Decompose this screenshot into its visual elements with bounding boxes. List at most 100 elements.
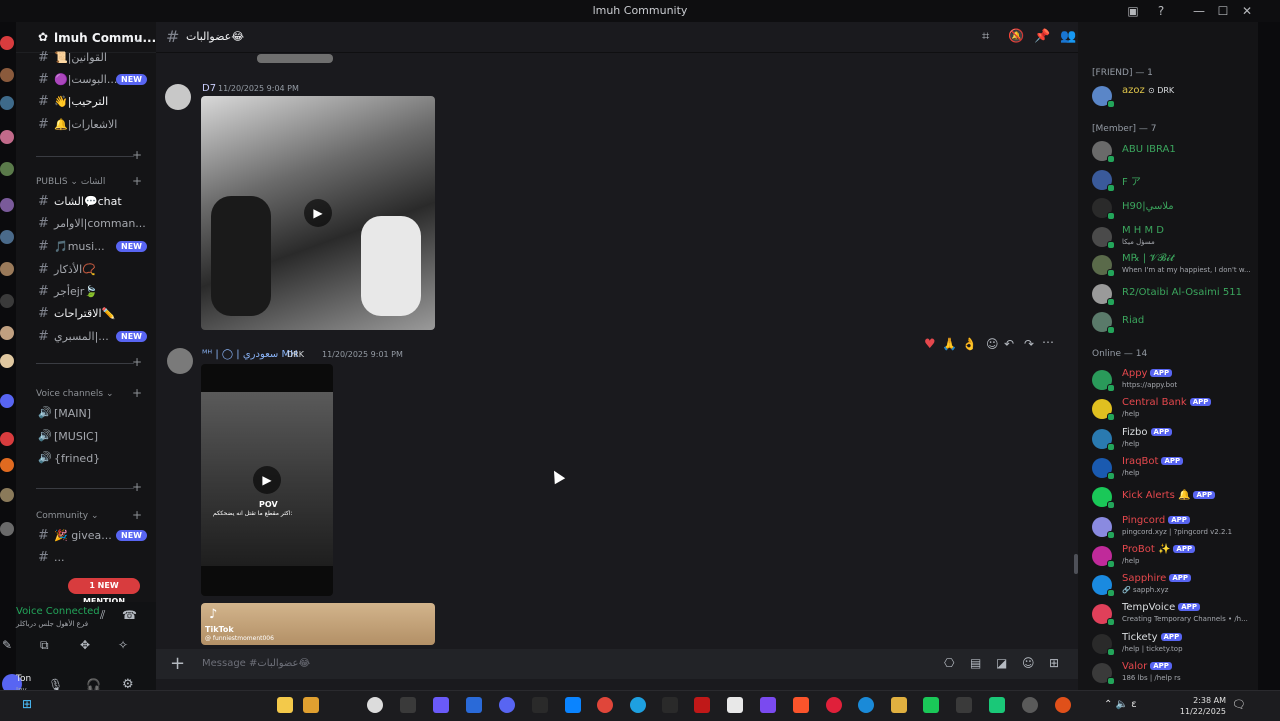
server-icon[interactable] [0,432,14,446]
store-icon[interactable] [727,697,743,713]
member-item[interactable]: M H M D مسؤل ميكا [1092,224,1258,250]
channel-item[interactable]: # 🟣|البوست... NEW [16,70,156,90]
category-public[interactable]: PUBLIS ⌄ الشات [36,177,105,187]
server-icon[interactable] [0,96,14,110]
message-author[interactable]: ᴹᴴ | ◯ | سعودري MH [202,349,298,360]
channel-item[interactable]: # الاقتراحات✏️ [16,304,156,324]
member-item[interactable]: TempVoice APP Creating Temporary Channels … [1092,601,1258,627]
message-input[interactable]: Message #عضوالبات😂 [202,658,310,669]
member-item[interactable]: ProBot ✨ APP/help [1092,543,1258,569]
app-icon[interactable] [466,697,482,713]
member-item[interactable]: Valor APP 186 lbs | /help rs [1092,660,1258,686]
member-item[interactable]: Tickety APP/help | tickety.top [1092,631,1258,657]
app-icon[interactable] [858,697,874,713]
app-icon[interactable] [923,697,939,713]
add-channel-icon[interactable]: + [132,355,142,369]
app-icon[interactable] [760,697,776,713]
add-attachment-icon[interactable]: + [170,653,185,674]
gif-icon[interactable]: ▤ [970,656,981,670]
app-icon[interactable] [1022,697,1038,713]
video-attachment[interactable]: ▶ [201,96,435,330]
server-icon[interactable] [0,262,14,276]
apps-icon[interactable]: ⊞ [1049,656,1059,670]
video-attachment[interactable]: ▶ POV اكثر مقطع ما تقتل انه يضحككم: [201,364,333,596]
app-icon[interactable] [694,697,710,713]
screen-share-icon[interactable]: ⧉ [40,638,49,653]
member-item[interactable]: Appy APP https://appy.bot [1092,367,1258,393]
notification-mute-icon[interactable]: 🔕 [1008,29,1024,44]
channel-item[interactable]: # 📜|القوانين [16,48,156,68]
threads-icon[interactable]: ⌗ [982,29,989,44]
add-reaction-icon[interactable]: ☺ [986,337,999,351]
soundboard-icon[interactable]: ✧ [118,638,128,652]
member-item[interactable]: ABU IBRA1 [1092,138,1258,164]
copilot-icon[interactable] [433,697,449,713]
member-list-icon[interactable]: 👥 [1060,29,1076,44]
reply-icon[interactable]: ↶ [1004,337,1014,351]
server-icon[interactable] [0,354,14,368]
server-icon[interactable] [0,198,14,212]
inbox-icon[interactable]: ▣ [1122,2,1144,20]
channel-item[interactable]: # 👋|الترحيب [16,92,156,112]
folder-icon[interactable] [303,697,319,713]
emoji-icon[interactable]: ☺ [1022,656,1035,670]
forward-icon[interactable]: ↷ [1024,337,1034,351]
maximize-button[interactable]: ☐ [1212,2,1234,20]
outlook-icon[interactable] [565,697,581,713]
file-explorer-icon[interactable] [277,697,293,713]
server-icon[interactable] [0,68,14,82]
member-item[interactable]: R2/Otaibi Al-Osaimi 511 [1092,281,1258,307]
voice-channel-item[interactable]: 🔊 [MUSIC] [16,427,156,447]
minimize-button[interactable]: — [1188,2,1210,20]
server-icon[interactable] [0,522,14,536]
voice-channel-item[interactable]: 🔊 [MAIN] [16,404,156,424]
server-icon[interactable] [0,230,14,244]
channel-item[interactable]: # الشات💬chat [16,192,156,212]
image-attachment[interactable] [257,54,333,63]
category-community[interactable]: Community ⌄ [36,511,99,521]
server-icon[interactable] [0,326,14,340]
server-icon[interactable] [0,458,14,472]
member-item[interactable]: H90|ملاسي [1092,195,1258,221]
voice-channel-item[interactable]: 🔊 {frined} [16,449,156,469]
help-icon[interactable]: ? [1150,2,1172,20]
member-item[interactable]: Sapphire APP 🔗 sapph.xyz [1092,572,1258,598]
more-icon[interactable]: ⋯ [1042,335,1054,349]
channel-item[interactable]: # أجرejr🍃 [16,282,156,302]
video-attachment[interactable]: ♪ TikTok @ funniestmoment006 [201,603,435,645]
camera-icon[interactable]: ✎ [2,638,12,652]
clock-app-icon[interactable] [367,697,383,713]
close-button[interactable]: ✕ [1236,2,1258,20]
channel-item[interactable]: #... [16,548,156,568]
start-icon[interactable]: ⊞ [22,697,32,711]
member-item[interactable]: Fizbo APP/help [1092,426,1258,452]
noise-suppression-icon[interactable]: ⫽ [100,608,105,623]
server-icon[interactable] [0,488,14,502]
chevron-down-icon[interactable]: ⌄ [132,31,142,45]
channel-item[interactable]: # المسبري|... NEW [16,327,156,347]
server-icon[interactable] [0,36,14,50]
member-item[interactable]: F ア [1092,167,1258,193]
taskbar-clock[interactable]: 2:38 AM 11/22/2025 [1176,695,1226,717]
edge-icon[interactable] [630,697,646,713]
app-icon[interactable] [956,697,972,713]
channel-item[interactable]: # 🎉 givea... NEW [16,526,156,546]
chrome-icon[interactable] [597,697,613,713]
play-icon[interactable]: ▶ [253,466,281,494]
play-icon[interactable]: ▶ [304,199,332,227]
member-item[interactable]: M℞ | 𝓥𝓑𝓲𝓽 When I'm at my happiest, I don'… [1092,252,1258,278]
app-icon[interactable] [826,697,842,713]
reaction-pray[interactable]: 🙏 [942,337,957,351]
message-composer[interactable]: + Message #عضوالبات😂 ⎔ ▤ ◪ ☺ ⊞ [156,649,1078,679]
channel-item[interactable]: # 🔔|الاشعارات [16,115,156,135]
add-channel-icon[interactable]: + [132,174,142,188]
add-channel-icon[interactable]: + [132,148,142,162]
category-voice[interactable]: Voice channels ⌄ [36,389,114,399]
gift-icon[interactable]: ⎔ [944,656,954,670]
member-item[interactable]: azoz ⊙ DRK [1092,83,1258,109]
avatar[interactable] [167,348,193,374]
reaction-heart[interactable]: ♥ [924,337,936,352]
member-item[interactable]: Central Bank APP/help [1092,396,1258,422]
message-author[interactable]: D7 [202,83,216,94]
member-item[interactable]: IraqBot APP/help [1092,455,1258,481]
